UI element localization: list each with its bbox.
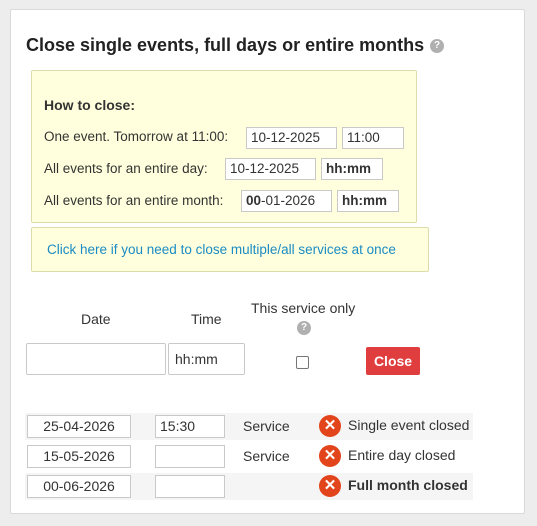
time-input[interactable]: hh:mm: [168, 343, 245, 375]
howto-month-date-day: 00: [246, 193, 262, 208]
howto-day-date: 10-12-2025: [225, 158, 316, 180]
entry-time[interactable]: [155, 445, 225, 468]
help-icon[interactable]: ?: [430, 38, 445, 53]
entry-date[interactable]: 00-06-2026: [27, 475, 131, 498]
multiple-services-box: Click here if you need to close multiple…: [31, 227, 429, 272]
close-multiple-services-link[interactable]: Click here if you need to close multiple…: [47, 242, 396, 257]
entry-time[interactable]: [155, 475, 225, 498]
entry-date[interactable]: 25-04-2026: [27, 415, 131, 438]
howto-row-one-event-label: One event. Tomorrow at 11:00:: [44, 129, 229, 144]
howto-one-event-date: 10-12-2025: [246, 127, 337, 149]
remove-icon[interactable]: ✕: [319, 445, 341, 467]
howto-month-time: hh:mm: [337, 190, 399, 212]
service-only-help-icon[interactable]: ?: [297, 321, 311, 335]
service-only-checkbox[interactable]: [296, 356, 309, 369]
howto-one-event-time: 11:00: [342, 127, 404, 149]
entry-service: Service: [243, 448, 290, 464]
service-only-column-header: This service only: [251, 300, 356, 316]
time-column-header: Time: [191, 311, 222, 327]
how-to-close-box: How to close: One event. Tomorrow at 11:…: [31, 70, 417, 223]
remove-icon[interactable]: ✕: [319, 415, 341, 437]
entry-status: Single event closed: [348, 417, 470, 433]
howto-month-date-rest: -01-2026: [261, 193, 316, 208]
closed-event-row: 00-06-2026 ✕ Full month closed: [25, 473, 473, 500]
close-events-panel: Close single events, full days or entire…: [10, 9, 525, 514]
closed-event-row: 15-05-2026 Service ✕ Entire day closed: [25, 443, 473, 470]
page-title-text: Close single events, full days or entire…: [26, 35, 425, 55]
date-input[interactable]: [26, 343, 166, 375]
closed-event-row: 25-04-2026 15:30 Service ✕ Single event …: [25, 413, 473, 440]
howto-month-date: 00-01-2026: [241, 190, 332, 212]
howto-day-time: hh:mm: [321, 158, 383, 180]
page-title: Close single events, full days or entire…: [26, 35, 445, 56]
entry-time[interactable]: 15:30: [155, 415, 225, 438]
how-to-heading: How to close:: [44, 97, 136, 113]
entry-date[interactable]: 15-05-2026: [27, 445, 131, 468]
close-button[interactable]: Close: [366, 347, 420, 375]
howto-row-month-label: All events for an entire month:: [44, 193, 224, 208]
entry-status: Full month closed: [348, 477, 468, 493]
remove-icon[interactable]: ✕: [319, 475, 341, 497]
date-column-header: Date: [81, 311, 111, 327]
entry-status: Entire day closed: [348, 447, 456, 463]
howto-row-day-label: All events for an entire day:: [44, 161, 208, 176]
entry-service: Service: [243, 418, 290, 434]
